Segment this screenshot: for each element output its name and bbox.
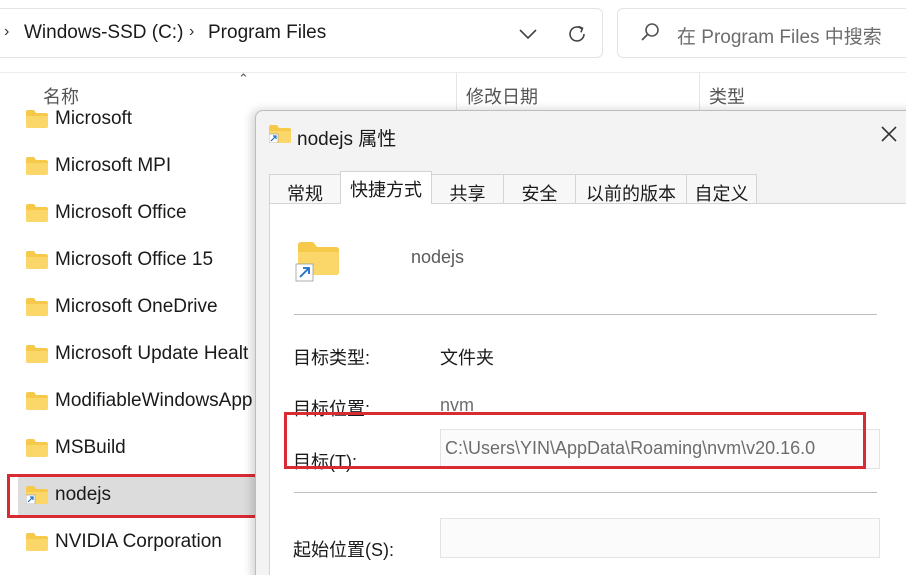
dialog-tabs: 常规 快捷方式 共享 安全 以前的版本 自定义 [269,171,906,204]
list-item-selected[interactable]: nodejs [18,474,280,518]
tab-customize[interactable]: 自定义 [686,174,757,204]
column-separator[interactable] [456,73,457,111]
tab-sharing[interactable]: 共享 [431,174,504,204]
file-name: Microsoft Office [55,202,187,223]
address-history-chevron-down-icon[interactable] [515,21,541,47]
target-location-value: nvm [440,395,475,415]
target-type-value: 文件夹 [440,348,494,368]
file-list: Microsoft Microsoft MPI Microsoft Office… [0,96,280,575]
breadcrumb-program-files[interactable]: Program Files [208,22,326,44]
search-placeholder: 在 Program Files 中搜索 [677,27,882,48]
list-item[interactable]: Microsoft OneDrive [18,286,280,330]
folder-icon [26,110,48,128]
search-icon [640,22,660,49]
folder-icon [26,157,48,175]
screenshot-stage: › Windows-SSD (C:) › Program Files 在 Pro… [0,0,906,575]
folder-icon [26,345,48,363]
file-name: NVIDIA Corporation [55,531,222,552]
folder-icon [26,439,48,457]
tab-previous-versions[interactable]: 以前的版本 [575,174,687,204]
tab-security[interactable]: 安全 [503,174,576,204]
target-field[interactable]: C:\Users\YIN\AppData\Roaming\nvm\v20.16.… [440,429,880,469]
breadcrumb-drive[interactable]: Windows-SSD (C:) [24,22,183,44]
target-path-text: C:\Users\YIN\AppData\Roaming\nvm\v20.16.… [445,438,816,458]
target-location-label: 目标位置: [293,399,371,419]
list-item[interactable]: MSBuild [18,427,280,471]
folder-icon [26,533,48,551]
close-icon[interactable] [878,123,900,145]
list-item[interactable]: NVIDIA Corporation [18,521,280,565]
shortcut-name: nodejs [411,247,465,267]
tab-general[interactable]: 常规 [269,174,341,204]
divider [294,492,877,493]
search-input[interactable]: 在 Program Files 中搜索 [617,8,906,58]
list-item[interactable]: ModifiableWindowsApp [18,380,280,424]
refresh-icon[interactable] [563,20,591,48]
target-label: 目标(T): [293,452,357,472]
folder-icon [26,298,48,316]
file-name: Microsoft Office 15 [55,249,214,270]
list-item[interactable]: Microsoft Office [18,192,280,236]
folder-icon [26,251,48,269]
folder-shortcut-icon [295,242,339,282]
tab-shortcut[interactable]: 快捷方式 [340,171,432,204]
sort-ascending-icon: ⌃ [238,71,249,86]
divider [294,314,877,315]
file-name: nodejs [55,484,111,505]
file-name: MSBuild [55,437,126,458]
column-modified[interactable]: 修改日期 [466,83,538,109]
breadcrumb-chevron-icon[interactable]: › [4,23,9,41]
column-type[interactable]: 类型 [709,83,745,109]
column-separator[interactable] [699,73,700,111]
properties-dialog: nodejs 属性 常规 快捷方式 共享 安全 以前的版本 自定义 nodejs… [255,110,906,575]
address-bar[interactable]: › Windows-SSD (C:) › Program Files [0,8,603,58]
list-item[interactable]: Microsoft MPI [18,145,280,189]
folder-icon [26,392,48,410]
folder-shortcut-icon [269,125,291,143]
file-name: ModifiableWindowsApp [55,390,253,411]
list-item[interactable]: Microsoft [18,98,280,142]
folder-shortcut-icon [26,486,48,504]
dialog-title: nodejs 属性 [297,129,397,150]
file-name: Microsoft MPI [55,155,172,176]
list-item[interactable]: Microsoft Update Healt [18,333,280,377]
file-name: Microsoft Update Healt [55,343,249,364]
start-in-field[interactable] [440,518,880,558]
shortcut-tab-panel: nodejs 目标类型: 文件夹 目标位置: nvm 目标(T): C:\Use… [269,203,906,575]
target-type-label: 目标类型: [293,348,371,368]
folder-icon [26,204,48,222]
start-in-label: 起始位置(S): [293,540,394,560]
dialog-titlebar[interactable]: nodejs 属性 [256,111,906,157]
breadcrumb-chevron-icon[interactable]: › [189,23,194,41]
list-item[interactable]: Microsoft Office 15 [18,239,280,283]
file-name: Microsoft [55,108,133,129]
file-name: Microsoft OneDrive [55,296,218,317]
